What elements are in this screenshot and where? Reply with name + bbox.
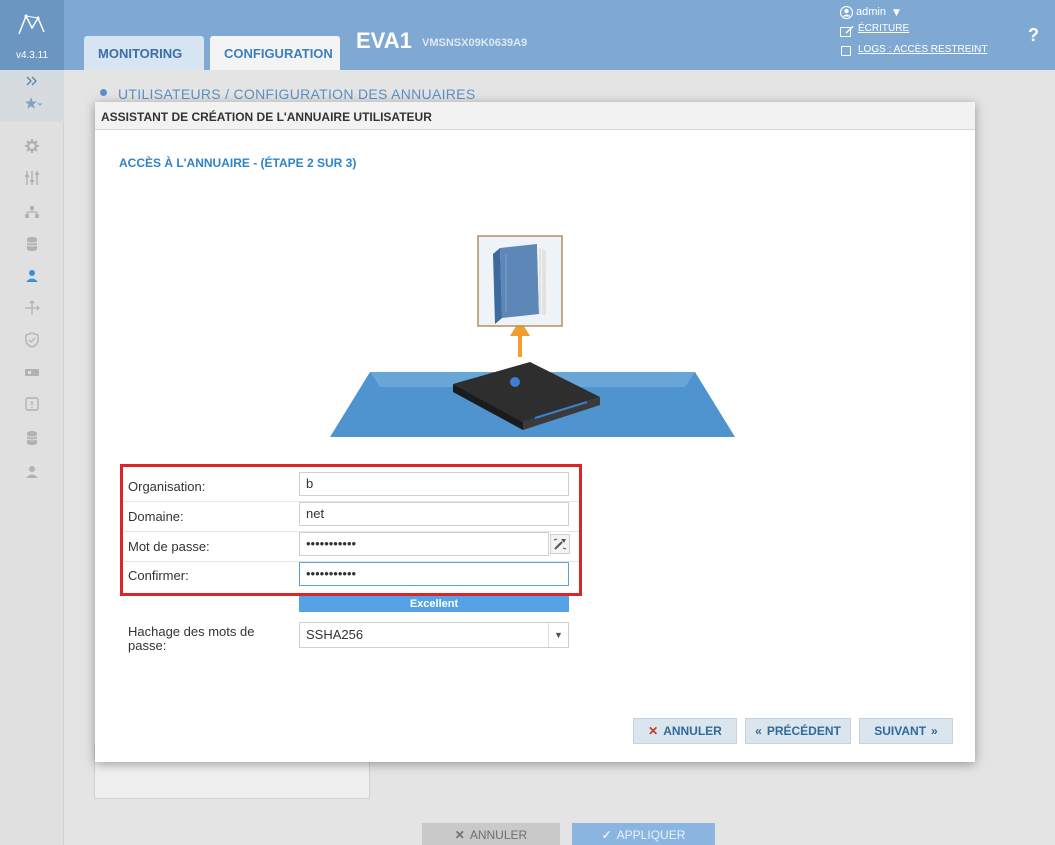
user-icon	[840, 6, 853, 19]
password-strength-bar: Excellent	[299, 596, 569, 612]
domaine-label: Domaine:	[128, 509, 184, 524]
password-generator-icon[interactable]	[550, 534, 570, 554]
edit-icon	[840, 26, 854, 37]
sidebar	[0, 70, 64, 845]
help-icon[interactable]: ?	[1028, 25, 1039, 46]
hash-label: Hachage des mots de passe:	[128, 624, 255, 653]
device-name: EVA1	[356, 28, 412, 53]
database-icon[interactable]	[22, 234, 42, 254]
next-button[interactable]: SUIVANT »	[859, 718, 953, 744]
wizard-dialog: ASSISTANT DE CRÉATION DE L'ANNUAIRE UTIL…	[95, 102, 975, 762]
star-icon[interactable]	[24, 96, 42, 112]
close-icon: ✕	[648, 724, 659, 738]
vpn-icon[interactable]	[22, 362, 42, 382]
step-title: ACCÈS À L'ANNUAIRE - (ÉTAPE 2 SUR 3)	[119, 156, 357, 170]
password-input[interactable]: •••••••••••	[299, 532, 549, 556]
breadcrumb: UTILISATEURS / CONFIGURATION DES ANNUAIR…	[118, 86, 476, 102]
alert-icon[interactable]	[22, 394, 42, 414]
logs-access-checkbox[interactable]	[841, 46, 851, 56]
organisation-label: Organisation:	[128, 479, 206, 494]
database-icon[interactable]	[22, 428, 42, 448]
user-icon[interactable]	[22, 266, 42, 286]
logs-access-link[interactable]: LOGS : ACCÈS RESTREINT	[858, 44, 987, 55]
dialog-header: ASSISTANT DE CRÉATION DE L'ANNUAIRE UTIL…	[95, 102, 975, 130]
user-menu[interactable]: admin	[856, 6, 886, 18]
gear-icon[interactable]	[22, 136, 42, 156]
double-chevron-right-icon[interactable]	[26, 76, 38, 86]
confirm-password-input[interactable]: •••••••••••	[299, 562, 569, 586]
logo-area[interactable]: v4.3.11	[0, 0, 64, 70]
sidebar-expand[interactable]	[0, 70, 64, 122]
breadcrumb-bullet	[100, 89, 107, 96]
top-header: v4.3.11 MONITORING CONFIGURATION EVA1 VM…	[0, 0, 1055, 70]
domaine-input[interactable]: net	[299, 502, 569, 526]
tab-configuration[interactable]: CONFIGURATION	[210, 36, 340, 70]
version-label: v4.3.11	[15, 50, 49, 61]
next-label: SUIVANT	[874, 724, 927, 738]
stormshield-logo-icon	[18, 14, 45, 35]
double-chevron-left-icon: «	[755, 724, 762, 738]
chevron-down-icon[interactable]: ▼	[548, 623, 568, 647]
check-icon: ✓	[601, 828, 612, 842]
device-serial: VMSNSX09K0639A9	[422, 37, 528, 49]
hash-select-value: SSHA256	[306, 627, 364, 642]
routing-icon[interactable]	[22, 298, 42, 318]
directory-access-illustration	[330, 235, 735, 437]
hash-select[interactable]: SSHA256 ▼	[299, 622, 569, 648]
previous-button[interactable]: « PRÉCÉDENT	[745, 718, 851, 744]
background-apply-label: APPLIQUER	[616, 828, 686, 842]
dialog-title: ASSISTANT DE CRÉATION DE L'ANNUAIRE UTIL…	[101, 110, 432, 124]
network-icon[interactable]	[22, 202, 42, 222]
double-chevron-right-icon: »	[931, 724, 938, 738]
password-label: Mot de passe:	[128, 539, 210, 554]
write-mode-link[interactable]: ÉCRITURE	[858, 23, 909, 34]
previous-label: PRÉCÉDENT	[766, 724, 841, 738]
background-cancel-button[interactable]: ✕ ANNULER	[422, 823, 560, 845]
sliders-icon[interactable]	[22, 168, 42, 188]
cancel-button[interactable]: ✕ ANNULER	[633, 718, 737, 744]
organisation-input[interactable]: b	[299, 472, 569, 496]
cancel-label: ANNULER	[663, 724, 722, 738]
chevron-down-icon[interactable]: ▼	[893, 8, 900, 18]
close-icon: ✕	[454, 828, 465, 842]
background-cancel-label: ANNULER	[469, 828, 528, 842]
user-icon[interactable]	[22, 462, 42, 482]
tab-monitoring[interactable]: MONITORING	[84, 36, 204, 70]
background-apply-button[interactable]: ✓ APPLIQUER	[572, 823, 715, 845]
confirm-label: Confirmer:	[128, 568, 189, 583]
shield-icon[interactable]	[22, 330, 42, 350]
